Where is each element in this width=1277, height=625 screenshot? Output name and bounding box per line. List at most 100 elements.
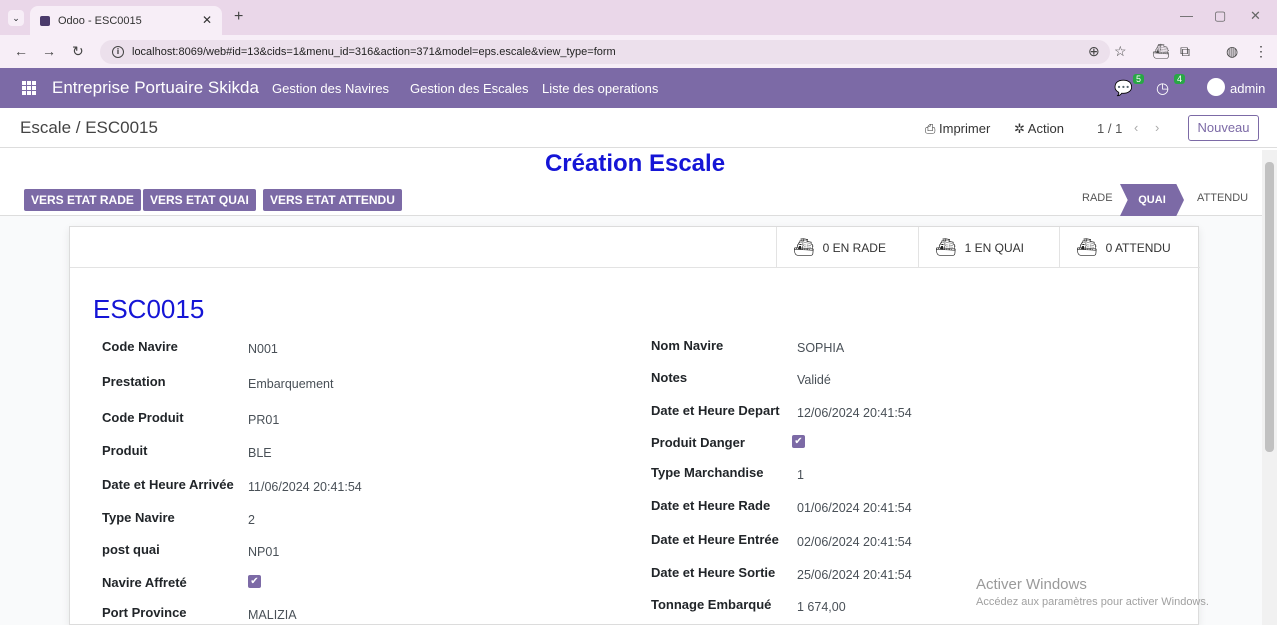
activities-badge: 4 <box>1174 74 1186 84</box>
scrollbar-thumb[interactable] <box>1265 162 1274 452</box>
browser-menu-icon[interactable]: ⋮ <box>1254 43 1268 60</box>
prestation-field[interactable]: Embarquement <box>248 377 333 391</box>
stat-en-rade-label: 0 EN RADE <box>822 240 886 255</box>
tab-search-icon[interactable]: ⌄ <box>8 10 24 26</box>
vers-etat-attendu-button[interactable]: VERS ETAT ATTENDU <box>263 189 402 211</box>
code-produit-field[interactable]: PR01 <box>248 413 279 427</box>
browser-tab[interactable]: Odoo - ESC0015 ✕ <box>30 6 222 35</box>
field-label: Navire Affreté <box>102 575 187 590</box>
vers-etat-rade-button[interactable]: VERS ETAT RADE <box>24 189 141 211</box>
site-info-icon[interactable]: i <box>112 46 124 58</box>
page-scrollbar[interactable] <box>1262 150 1277 625</box>
produit-field[interactable]: BLE <box>248 446 272 460</box>
port-province-field[interactable]: MALIZIA <box>248 608 297 622</box>
extensions-icon[interactable]: ⧉ <box>1180 43 1190 60</box>
field-label: Date et Heure Sortie <box>651 565 776 580</box>
field-label: Date et Heure Arrivée <box>102 477 234 492</box>
field-label: Nom Navire <box>651 338 724 353</box>
ship-icon: ⛴ <box>935 237 957 257</box>
stage-attendu[interactable]: ATTENDU <box>1197 192 1248 204</box>
action-label: Action <box>1027 121 1064 136</box>
print-label: Imprimer <box>939 121 991 136</box>
back-icon[interactable]: ← <box>14 43 28 59</box>
navire-affrete-checkbox[interactable]: ✔ <box>248 575 261 588</box>
user-name[interactable]: admin <box>1230 81 1265 96</box>
gear-icon: ✲ <box>1014 121 1028 136</box>
favicon-icon <box>40 15 50 26</box>
stat-en-quai-button[interactable]: ⛴ 1 EN QUAI <box>918 227 1059 268</box>
vers-etat-quai-button[interactable]: VERS ETAT QUAI <box>143 189 256 211</box>
breadcrumb[interactable]: Escale / ESC0015 <box>20 118 158 138</box>
type-marchandise-field[interactable]: 1 <box>797 468 804 482</box>
tab-close-icon[interactable]: ✕ <box>202 13 212 27</box>
stat-en-quai-label: 1 EN QUAI <box>964 240 1024 255</box>
date-sortie-field[interactable]: 25/06/2024 20:41:54 <box>797 568 912 582</box>
new-button[interactable]: Nouveau <box>1188 115 1259 141</box>
stage-quai[interactable]: QUAI <box>1120 184 1184 216</box>
menu-gestion-navires[interactable]: Gestion des Navires <box>272 81 389 96</box>
forward-icon[interactable]: → <box>42 43 56 59</box>
restore-icon[interactable]: ▢ <box>1214 8 1226 24</box>
messages-icon[interactable]: 💬 <box>1114 79 1133 97</box>
window-close-icon[interactable]: ✕ <box>1250 8 1261 24</box>
minimize-icon[interactable]: — <box>1180 8 1193 23</box>
stat-attendu-button[interactable]: ⛴ 0 ATTENDU <box>1059 227 1200 268</box>
url-text: localhost:8069/web#id=13&cids=1&menu_id=… <box>132 46 616 58</box>
date-arrivee-field[interactable]: 11/06/2024 20:41:54 <box>248 480 362 494</box>
printer-icon: ⎙ <box>925 121 940 136</box>
field-label: Prestation <box>102 374 166 389</box>
main-navbar: Entreprise Portuaire Skikda Gestion des … <box>0 68 1277 108</box>
windows-watermark-subtitle: Accédez aux paramètres pour activer Wind… <box>976 596 1209 608</box>
profile-icon[interactable]: ◍ <box>1226 43 1238 60</box>
field-label: Notes <box>651 370 688 385</box>
status-bar: VERS ETAT RADE VERS ETAT QUAI VERS ETAT … <box>0 184 1262 216</box>
action-button[interactable]: ✲ Action <box>1014 121 1064 137</box>
address-bar-row: ← → ↻ i localhost:8069/web#id=13&cids=1&… <box>0 35 1277 68</box>
extension-ship-icon[interactable]: ⛴ <box>1152 43 1170 60</box>
tonnage-embarque-field[interactable]: 1 674,00 <box>797 600 846 614</box>
field-label: Type Navire <box>102 510 175 525</box>
field-label: Port Province <box>102 605 187 620</box>
field-label: Date et Heure Rade <box>651 498 771 513</box>
date-depart-field[interactable]: 12/06/2024 20:41:54 <box>797 406 912 420</box>
apps-menu-icon[interactable] <box>22 81 36 95</box>
field-label: Produit <box>102 443 148 458</box>
pager-value[interactable]: 1 / 1 <box>1097 121 1122 136</box>
field-label: Produit Danger <box>651 435 745 450</box>
activities-icon[interactable]: ◷ <box>1156 79 1169 97</box>
url-field[interactable]: i localhost:8069/web#id=13&cids=1&menu_i… <box>100 40 1110 64</box>
new-tab-icon[interactable]: + <box>234 8 243 26</box>
notes-field[interactable]: Validé <box>797 373 831 387</box>
bookmark-star-icon[interactable]: ☆ <box>1114 43 1127 60</box>
type-navire-field[interactable]: 2 <box>248 513 255 527</box>
user-avatar[interactable] <box>1207 78 1225 96</box>
stat-en-rade-button[interactable]: ⛴ 0 EN RADE <box>776 227 918 268</box>
date-entree-field[interactable]: 02/06/2024 20:41:54 <box>797 535 912 549</box>
post-quai-field[interactable]: NP01 <box>248 545 279 559</box>
reload-icon[interactable]: ↻ <box>72 43 84 60</box>
field-label: Tonnage Embarqué <box>651 597 772 612</box>
windows-watermark-title: Activer Windows <box>976 576 1087 593</box>
zoom-icon[interactable]: ⊕ <box>1088 43 1100 60</box>
ship-icon: ⛴ <box>793 237 815 257</box>
stat-button-box: ⛴ 0 EN RADE ⛴ 1 EN QUAI ⛴ 0 ATTENDU <box>70 227 1200 268</box>
menu-liste-operations[interactable]: Liste des operations <box>542 81 658 96</box>
field-label: Date et Heure Depart <box>651 403 780 418</box>
app-brand[interactable]: Entreprise Portuaire Skikda <box>52 78 259 98</box>
nom-navire-field[interactable]: SOPHIA <box>797 341 844 355</box>
code-navire-field[interactable]: N001 <box>248 342 278 356</box>
field-label: Date et Heure Entrée <box>651 532 779 547</box>
pager-next-icon[interactable]: › <box>1155 120 1159 135</box>
browser-tab-bar: ⌄ Odoo - ESC0015 ✕ + — ▢ ✕ <box>0 0 1277 35</box>
pager-prev-icon[interactable]: ‹ <box>1134 120 1138 135</box>
field-label: post quai <box>102 542 160 557</box>
field-label: Code Produit <box>102 410 184 425</box>
control-panel: Escale / ESC0015 ⎙ Imprimer ✲ Action 1 /… <box>0 108 1277 148</box>
produit-danger-checkbox[interactable]: ✔ <box>792 435 805 448</box>
print-button[interactable]: ⎙ Imprimer <box>925 121 990 137</box>
messages-badge: 5 <box>1133 74 1145 84</box>
stage-rade[interactable]: RADE <box>1082 192 1113 204</box>
date-rade-field[interactable]: 01/06/2024 20:41:54 <box>797 501 912 515</box>
field-label: Type Marchandise <box>651 465 764 480</box>
menu-gestion-escales[interactable]: Gestion des Escales <box>410 81 529 96</box>
